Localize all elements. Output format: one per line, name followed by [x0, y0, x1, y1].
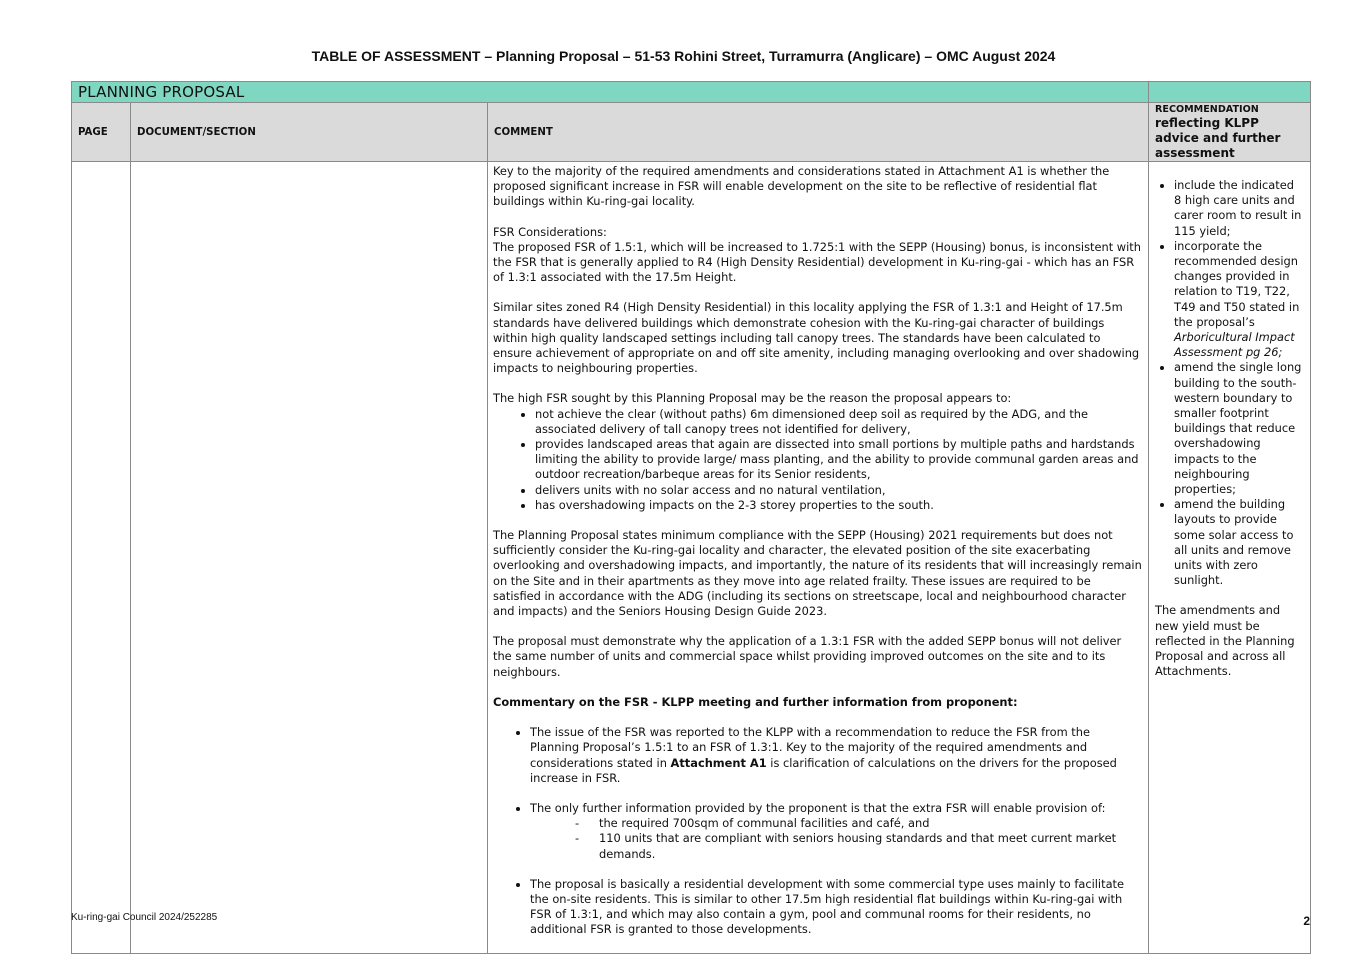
page-cell — [71, 161, 131, 954]
list-item: provides landscaped areas that again are… — [535, 437, 1142, 483]
attachment-reference: Attachment A1 — [670, 755, 767, 770]
header-recommendation-subtitle: reflecting KLPP advice and further asses… — [1155, 116, 1281, 160]
list-item: has overshadowing impacts on the 2-3 sto… — [535, 498, 1142, 513]
high-fsr-list: not achieve the clear (without paths) 6m… — [493, 407, 1142, 513]
list-item: delivers units with no solar access and … — [535, 483, 1142, 498]
comment-cell: Key to the majority of the required amen… — [487, 161, 1149, 954]
list-item: The issue of the FSR was reported to the… — [530, 725, 1142, 786]
comment-paragraph: Similar sites zoned R4 (High Density Res… — [493, 300, 1140, 376]
list-item: not achieve the clear (without paths) 6m… — [535, 407, 1142, 437]
list-item: The only further information provided by… — [530, 801, 1142, 862]
section-header-row: PLANNING PROPOSAL — [71, 81, 1311, 103]
dash-list-item: 110 units that are compliant with senior… — [575, 831, 1142, 861]
header-recommendation: RECOMMENDATION reflecting KLPP advice an… — [1148, 102, 1311, 162]
comment-paragraph-fsr: FSR Considerations: The proposed FSR of … — [493, 225, 1142, 286]
high-fsr-intro: The high FSR sought by this Planning Pro… — [493, 391, 1012, 406]
table-row: Key to the majority of the required amen… — [71, 161, 1311, 954]
commentary-text: The only further information provided by… — [530, 800, 1106, 815]
list-item: amend the single long building to the so… — [1174, 360, 1304, 497]
document-title: TABLE OF ASSESSMENT – Planning Proposal … — [311, 48, 1056, 64]
fsr-considerations-body: The proposed FSR of 1.5:1, which will be… — [493, 239, 1141, 285]
comment-paragraph: The proposal must demonstrate why the ap… — [493, 634, 1122, 679]
recommendation-text: incorporate the recommended design chang… — [1174, 238, 1300, 329]
dash-list: the required 700sqm of communal faciliti… — [530, 816, 1142, 862]
header-recommendation-title: RECOMMENDATION — [1155, 104, 1259, 115]
section-header-empty-cell — [1148, 81, 1311, 103]
list-item: amend the building layouts to provide so… — [1174, 497, 1304, 588]
header-comment: COMMENT — [487, 102, 1149, 162]
list-item: include the indicated 8 high care units … — [1174, 178, 1304, 239]
recommendation-text: pg 26; — [1242, 345, 1283, 360]
dash-list-item: the required 700sqm of communal faciliti… — [575, 816, 1142, 831]
column-header-row: PAGE DOCUMENT/SECTION COMMENT RECOMMENDA… — [71, 102, 1311, 162]
list-item: incorporate the recommended design chang… — [1174, 239, 1304, 361]
recommendation-closing: The amendments and new yield must be ref… — [1155, 603, 1295, 679]
commentary-list: The issue of the FSR was reported to the… — [493, 725, 1142, 937]
header-page: PAGE — [71, 102, 131, 162]
header-document-section: DOCUMENT/SECTION — [130, 102, 488, 162]
page-number: 2 — [1303, 914, 1310, 928]
comment-paragraph-high-fsr: The high FSR sought by this Planning Pro… — [493, 391, 1142, 513]
assessment-table: PLANNING PROPOSAL PAGE DOCUMENT/SECTION … — [71, 81, 1311, 954]
commentary-heading: Commentary on the FSR - KLPP meeting and… — [493, 694, 1018, 709]
fsr-considerations-heading: FSR Considerations: — [493, 224, 607, 239]
list-item: The proposal is basically a residential … — [530, 877, 1142, 938]
comment-paragraph: The Planning Proposal states minimum com… — [493, 528, 1142, 619]
recommendation-cell: include the indicated 8 high care units … — [1148, 161, 1311, 954]
section-label: PLANNING PROPOSAL — [71, 81, 1149, 103]
recommendation-list: include the indicated 8 high care units … — [1155, 178, 1304, 588]
comment-paragraph: Key to the majority of the required amen… — [493, 164, 1110, 209]
document-section-cell — [130, 161, 488, 954]
footer-reference: Ku-ring-gai Council 2024/252285 — [71, 912, 218, 923]
